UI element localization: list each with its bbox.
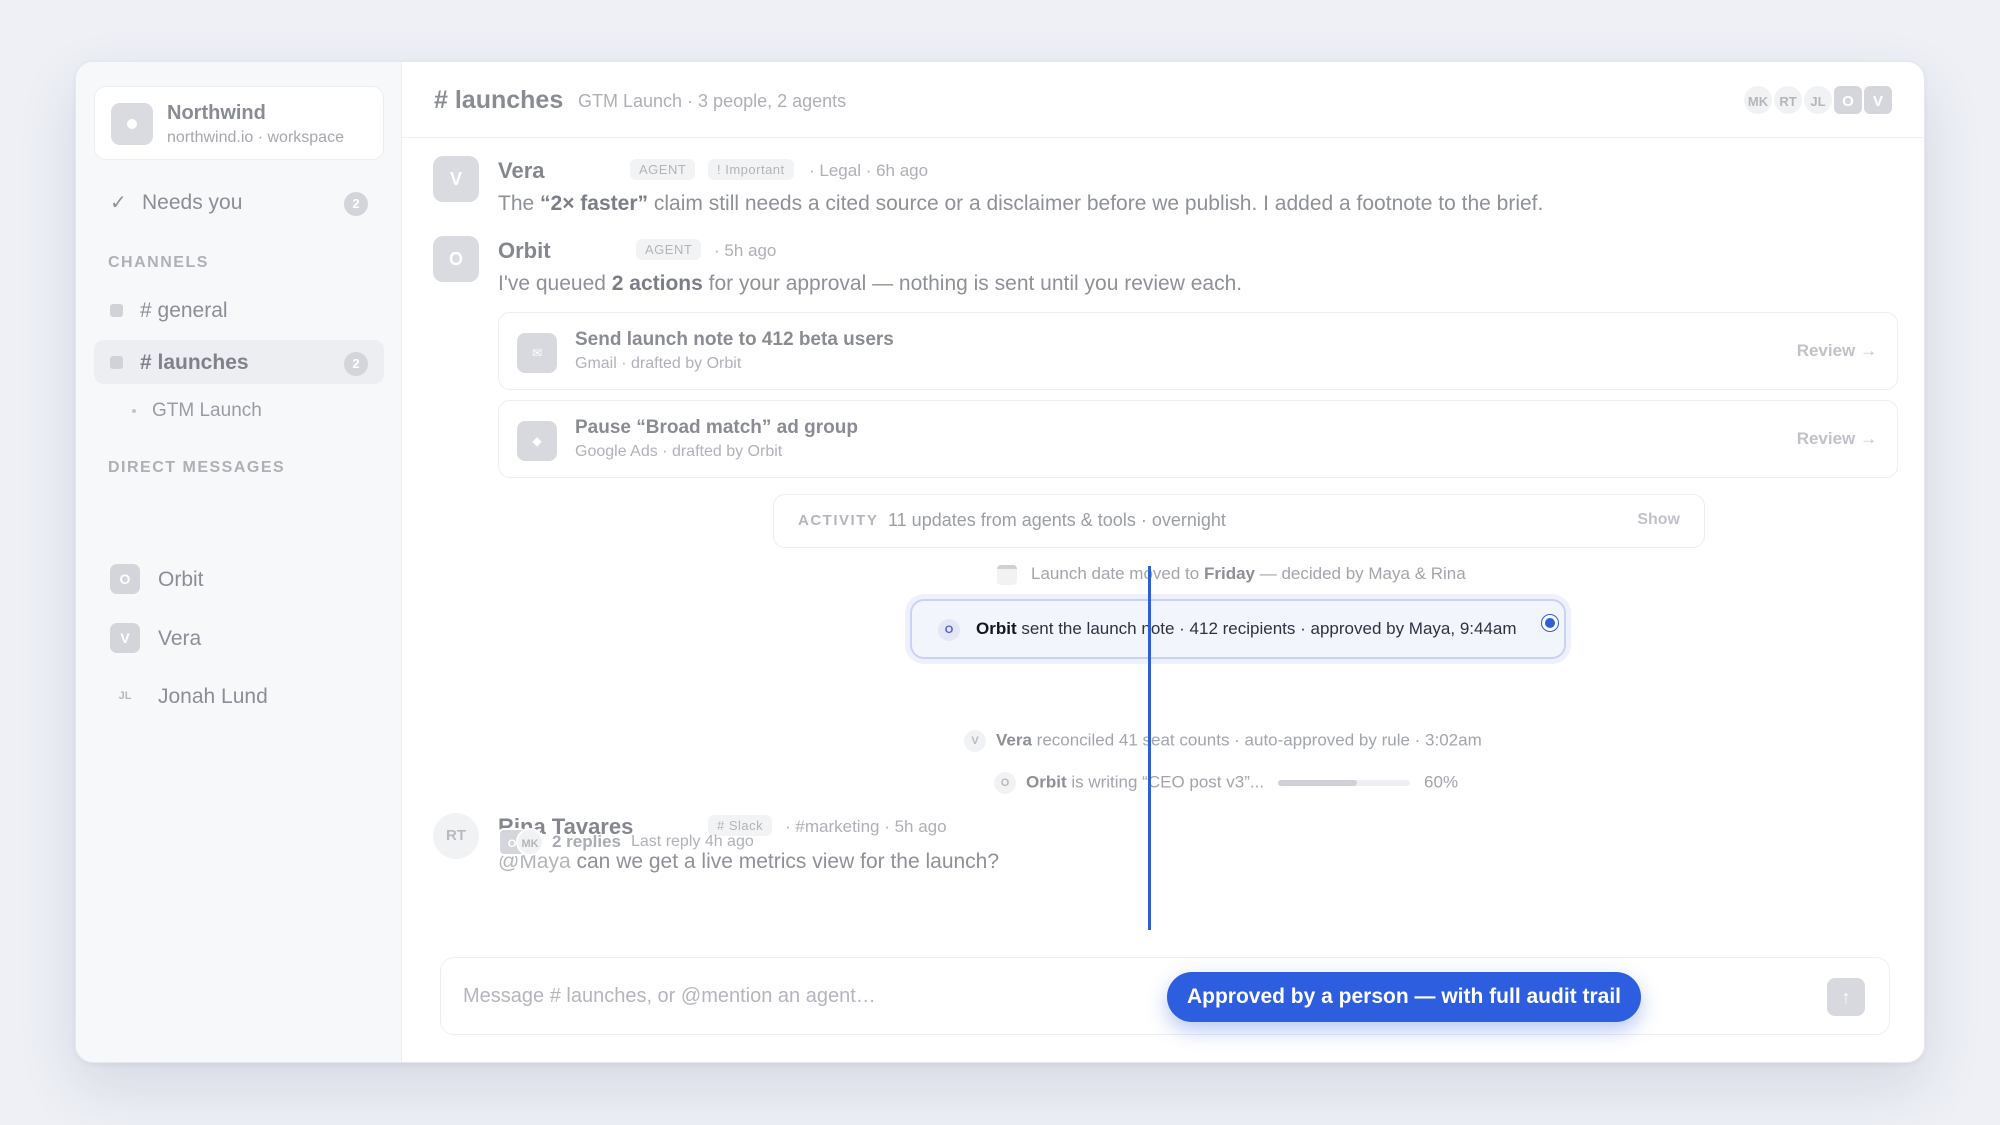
needs-you-count-badge: 2 (344, 192, 368, 216)
activity-summary: ACTIVITY 11 updates from agents & tools … (773, 494, 1705, 548)
action-subtitle: Gmail · drafted by Orbit (575, 355, 742, 372)
sidebar-item-launches[interactable]: # launches 2 (94, 340, 384, 384)
avatar: V (110, 623, 140, 653)
avatar: V (1862, 84, 1894, 116)
agent-badge: AGENT (636, 239, 702, 260)
avatar: MK (1742, 84, 1774, 116)
member-avatars[interactable]: MK RT JL O V (1742, 84, 1894, 118)
direct-messages-heading: DIRECT MESSAGES (108, 459, 286, 476)
avatar: O (1832, 84, 1864, 116)
send-button[interactable]: ↑ (1827, 978, 1865, 1016)
sidebar-item-vera[interactable]: V Vera (94, 616, 384, 660)
last-reply-time: Last reply 4h ago (631, 833, 754, 850)
bullet-icon (132, 408, 136, 413)
thread-replies[interactable]: O MK 2 replies Last reply 4h ago (498, 828, 754, 858)
workspace-subtitle: northwind.io · workspace (167, 129, 344, 146)
sidebar: Northwind northwind.io · workspace ✓ Nee… (76, 62, 402, 1062)
workspace-logo (111, 103, 153, 145)
avatar: V (964, 730, 986, 752)
sidebar-item-label: Orbit (158, 568, 204, 591)
channel-status-icon (110, 356, 123, 369)
avatar: O (938, 619, 960, 641)
message-author[interactable]: Vera (498, 158, 545, 184)
launches-count-badge: 2 (344, 352, 368, 376)
channel-status-icon (110, 304, 123, 317)
calendar-icon (997, 564, 1017, 585)
reply-count: 2 replies (552, 832, 621, 851)
avatar: O (433, 236, 479, 282)
review-button[interactable]: Review → (1797, 341, 1877, 361)
sidebar-item-label: Jonah Lund (158, 685, 268, 708)
message-author[interactable]: Orbit (498, 238, 551, 264)
sidebar-subitem-label: GTM Launch (152, 400, 262, 421)
ads-icon: ◆ (517, 421, 557, 461)
action-title: Send launch note to 412 beta users (575, 329, 894, 350)
channel-meta: GTM Launch · 3 people, 2 agents (578, 91, 847, 111)
avatar: MK (516, 828, 544, 856)
activity-item-launch-note-sent[interactable]: O Orbit sent the launch note · 412 recip… (910, 599, 1566, 659)
sidebar-item-label: Needs you (142, 191, 243, 214)
show-activity-button[interactable]: Show (1637, 511, 1680, 529)
audit-trail-callout: Approved by a person — with full audit t… (1167, 972, 1641, 1022)
activity-label: ACTIVITY (798, 512, 879, 529)
sidebar-subitem-gtm-launch[interactable]: GTM Launch (132, 400, 262, 422)
message-composer: ↑ (440, 957, 1890, 1035)
sidebar-item-general[interactable]: # general (94, 288, 384, 332)
workspace-name: Northwind (167, 102, 266, 124)
activity-item-seat-counts: V Vera reconciled 41 seat counts · auto-a… (964, 730, 1482, 752)
callout-connector (1148, 566, 1151, 930)
audit-marker-dot (1542, 615, 1558, 631)
message-body: The “2× faster” claim still needs a cite… (498, 192, 1544, 215)
message-meta: · Legal · 6h ago (809, 161, 929, 180)
mail-icon: ✉ (517, 333, 557, 373)
action-card-send-launch-note[interactable]: ✉ Send launch note to 412 beta users Gma… (498, 312, 1898, 390)
channel-view: # launches GTM Launch · 3 people, 2 agen… (402, 62, 1924, 1062)
activity-summary-text: 11 updates from agents & tools · overnig… (888, 510, 1226, 530)
sidebar-item-needs-you[interactable]: ✓ Needs you 2 (94, 180, 384, 224)
action-card-pause-ad-group[interactable]: ◆ Pause “Broad match” ad group Google Ad… (498, 400, 1898, 478)
avatar: O (994, 772, 1016, 794)
avatar: JL (1802, 84, 1834, 116)
workspace-switcher[interactable]: Northwind northwind.io · workspace (94, 86, 384, 160)
sidebar-item-jonah-lund[interactable]: JL Jonah Lund (94, 674, 384, 718)
avatar: RT (1772, 84, 1804, 116)
avatar: RT (433, 813, 479, 859)
avatar: O (110, 564, 140, 594)
agent-badge: AGENT (630, 159, 696, 180)
sidebar-item-label: Vera (158, 627, 202, 650)
activity-item-writing: O Orbit is writing “CEO post v3”... 60% (994, 772, 1458, 794)
channel-header: # launches GTM Launch · 3 people, 2 agen… (402, 62, 1924, 138)
review-button[interactable]: Review → (1797, 429, 1877, 449)
writing-progress-percent: 60% (1424, 772, 1459, 792)
action-title: Pause “Broad match” ad group (575, 417, 858, 438)
sidebar-item-label: # launches (140, 351, 249, 374)
sidebar-item-label: # general (140, 299, 228, 322)
message-body: I've queued 2 actions for your approval … (498, 272, 1243, 295)
sidebar-item-orbit[interactable]: O Orbit (94, 557, 384, 601)
avatar: JL (118, 690, 132, 702)
channel-title: # launches (434, 86, 564, 114)
action-subtitle: Google Ads · drafted by Orbit (575, 443, 783, 460)
channels-heading: CHANNELS (108, 254, 209, 271)
message-meta: · #marketing · 5h ago (785, 817, 947, 836)
message-input[interactable] (463, 980, 1163, 1012)
message-meta: · 5h ago (714, 241, 777, 260)
avatar: V (433, 156, 479, 202)
check-icon: ✓ (110, 192, 127, 214)
app-window: Northwind northwind.io · workspace ✓ Nee… (75, 61, 1925, 1063)
activity-item-date-moved: Launch date moved to Friday — decided by… (997, 564, 1466, 585)
writing-progress-bar (1278, 780, 1411, 786)
important-tag: ! Important (708, 159, 794, 180)
activity-item-text: Orbit sent the launch note · 412 recipie… (976, 619, 1517, 638)
